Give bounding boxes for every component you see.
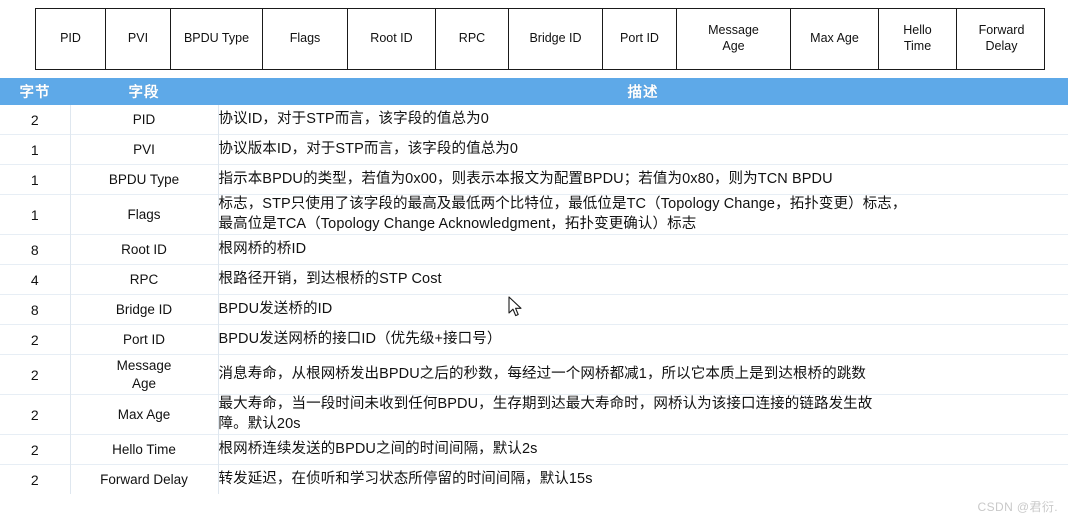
cell-field: Forward Delay (69, 464, 219, 494)
frame-cell-rpc: RPC (436, 9, 509, 69)
cell-description: 最大寿命，当一段时间未收到任何BPDU，生存期到达最大寿命时，网桥认为该接口连接… (218, 396, 873, 432)
frame-cell-flags: Flags (263, 9, 348, 69)
cell-field: PID (69, 105, 219, 135)
cell-byte: 2 (30, 406, 39, 423)
cell-byte: 2 (30, 471, 39, 488)
cell-description: 指示本BPDU的类型，若值为0x00，则表示本报文为配置BPDU；若值为0x80… (218, 170, 833, 187)
table-row: 2 PID 协议ID，对于STP而言，该字段的值总为0 (0, 105, 1068, 135)
bpdu-field-table: 字节 字段 描述 2 PID 协议ID，对于STP而言，该字段的值总为0 1 PVI 协议… (0, 78, 1068, 494)
column-header-description: 描述 (627, 85, 659, 101)
cell-byte: 2 (30, 111, 39, 128)
column-header-field: 字段 (128, 85, 160, 101)
cell-field: RPC (69, 264, 219, 295)
cell-description: 根路径开销，到达根桥的STP Cost (218, 270, 442, 287)
cell-description: BPDU发送网桥的接口ID（优先级+接口号） (218, 330, 502, 347)
cell-description: BPDU发送桥的ID (218, 300, 333, 317)
table-row: 8 Root ID 根网桥的桥ID (0, 234, 1068, 265)
table-row: 2 Message Age 消息寿命，从根网桥发出BPDU之后的秒数，每经过一个网桥… (0, 354, 1068, 395)
column-header-byte: 字节 (19, 85, 51, 101)
cell-field: Port ID (69, 324, 219, 355)
frame-cell-port-id: Port ID (603, 9, 677, 69)
frame-cell-bpdu-type: BPDU Type (171, 9, 263, 69)
table-row: 2 Max Age 最大寿命，当一段时间未收到任何BPDU，生存期到达最大寿命时，网… (0, 394, 1068, 435)
cell-field: PVI (69, 134, 219, 165)
cell-field: Bridge ID (69, 294, 219, 325)
table-row: 2 Port ID BPDU发送网桥的接口ID（优先级+接口号） (0, 324, 1068, 355)
table-row: 8 Bridge ID BPDU发送桥的ID (0, 294, 1068, 325)
cell-field: Flags (69, 194, 219, 235)
frame-cell-pvi: PVI (106, 9, 171, 69)
frame-cell-pid: PID (36, 9, 106, 69)
table-row: 2 Forward Delay 转发延迟，在侦听和学习状态所停留的时间间隔，默认15… (0, 464, 1068, 494)
cell-byte: 4 (30, 271, 39, 288)
cell-byte: 8 (30, 241, 39, 258)
cell-description: 根网桥连续发送的BPDU之间的时间间隔，默认2s (218, 440, 538, 457)
cell-byte: 1 (30, 141, 39, 158)
cell-byte: 1 (30, 171, 39, 188)
cell-byte: 2 (30, 441, 39, 458)
cell-field: Root ID (69, 234, 219, 265)
cell-byte: 1 (30, 206, 39, 223)
cell-field: Message Age (69, 354, 219, 395)
table-row: 1 PVI 协议版本ID，对于STP而言，该字段的值总为0 (0, 134, 1068, 165)
cell-description: 根网桥的桥ID (218, 240, 307, 257)
cell-field: Hello Time (69, 434, 219, 465)
table-body: 2 PID 协议ID，对于STP而言，该字段的值总为0 1 PVI 协议版本ID，对于ST… (0, 105, 1068, 494)
frame-cell-bridge-id: Bridge ID (509, 9, 603, 69)
frame-cell-hello-time: Hello Time (879, 9, 957, 69)
cell-description: 标志，STP只使用了该字段的最高及最低两个比特位，最低位是TC（Topology… (218, 196, 907, 232)
frame-cell-message-age: Message Age (677, 9, 791, 69)
table-row: 1 Flags 标志，STP只使用了该字段的最高及最低两个比特位，最低位是TC（To… (0, 194, 1068, 235)
table-row: 2 Hello Time 根网桥连续发送的BPDU之间的时间间隔，默认2s (0, 434, 1068, 465)
table-row: 1 BPDU Type 指示本BPDU的类型，若值为0x00，则表示本报文为配置BP… (0, 164, 1068, 195)
frame-cell-forward-delay: Forward Delay (978, 23, 1025, 53)
frame-cell-root-id: Root ID (348, 9, 436, 69)
cell-description: 协议ID，对于STP而言，该字段的值总为0 (218, 110, 489, 127)
table-header: 字节 字段 描述 (0, 78, 1068, 105)
bpdu-frame-diagram: PID PVI BPDU Type Flags Root ID RPC Bridge ID P… (35, 8, 1045, 70)
cell-field: Max Age (69, 394, 219, 435)
table-row: 4 RPC 根路径开销，到达根桥的STP Cost (0, 264, 1068, 295)
frame-cell-max-age: Max Age (791, 9, 879, 69)
cell-description: 消息寿命，从根网桥发出BPDU之后的秒数，每经过一个网桥都减1，所以它本质上是到… (218, 365, 866, 382)
cell-byte: 8 (30, 301, 39, 318)
cell-description: 协议版本ID，对于STP而言，该字段的值总为0 (218, 140, 519, 157)
cell-description: 转发延迟，在侦听和学习状态所停留的时间间隔，默认15s (218, 470, 593, 487)
csdn-watermark: CSDN @君衍. (977, 500, 1058, 514)
cell-byte: 2 (30, 366, 39, 383)
table-header-row: 字节 字段 描述 (0, 78, 1068, 105)
cell-field: BPDU Type (69, 164, 219, 195)
cell-byte: 2 (30, 331, 39, 348)
